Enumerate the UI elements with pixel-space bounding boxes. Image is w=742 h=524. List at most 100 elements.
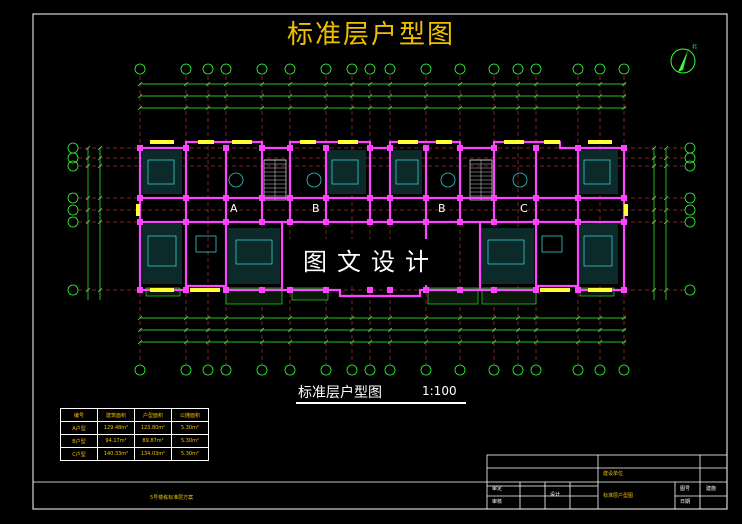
watermark: 图文设计 (284, 239, 458, 285)
axis-bubble (384, 364, 396, 376)
axis-bubble (684, 192, 696, 204)
drawing-scale: 1:100 (422, 384, 457, 398)
axis-bubble (67, 142, 79, 154)
north-mark: 北 (692, 43, 697, 50)
axis-bubble (572, 63, 584, 75)
dimension-ticks (85, 81, 669, 345)
column (137, 195, 143, 201)
column (137, 219, 143, 225)
table-cell: 5.30m² (171, 434, 209, 448)
column (367, 219, 373, 225)
column (323, 287, 329, 293)
column (223, 287, 229, 293)
column (533, 219, 539, 225)
column (575, 195, 581, 201)
axis-bubble (180, 364, 192, 376)
axis-bubble (180, 63, 192, 75)
table-cell: 123.80m² (134, 421, 172, 435)
page-title: 标准层户型图 (286, 20, 455, 50)
column (533, 287, 539, 293)
column (287, 287, 293, 293)
axis-bubble (134, 63, 146, 75)
axis-bubble (594, 63, 606, 75)
axis-bubble (67, 204, 79, 216)
dimension-lines (87, 83, 667, 343)
axis-bubble (488, 63, 500, 75)
axis-bubble (512, 63, 524, 75)
axis-bubble (684, 204, 696, 216)
column (491, 287, 497, 293)
drawing-subtitle: 标准层户型图 (298, 385, 382, 401)
column (423, 145, 429, 151)
axis-bubble (384, 63, 396, 75)
column (259, 219, 265, 225)
axis-bubble (202, 364, 214, 376)
table-header-cell: 户型面积 (134, 408, 172, 422)
column (533, 145, 539, 151)
axis-bubble (67, 192, 79, 204)
axis-bubble (67, 216, 79, 228)
column (387, 219, 393, 225)
axis-bubble (364, 63, 376, 75)
subtitle-underline (296, 402, 466, 404)
title-block-drawing-name: 标准层户型图 (603, 493, 634, 499)
unit-label-b-right: B (438, 202, 446, 215)
table-row: B户型 94.17m² 89.87m² 5.30m² (60, 434, 209, 448)
axis-bubble (594, 364, 606, 376)
axis-bubble (684, 142, 696, 154)
column (575, 145, 581, 151)
axis-bubble (364, 364, 376, 376)
axis-bubble (684, 160, 696, 172)
unit-label-a: A (230, 202, 238, 215)
column (621, 195, 627, 201)
table-cell: 129.48m² (97, 421, 135, 435)
axis-bubble (202, 63, 214, 75)
title-block-col-2: 审核 (492, 499, 503, 505)
column (423, 219, 429, 225)
area-table: 编号 建筑面积 户型面积 公摊面积 A户型 129.48m² 123.80m² … (60, 408, 209, 461)
axis-bubble (320, 63, 332, 75)
column (491, 219, 497, 225)
axis-bubbles (67, 63, 696, 376)
table-row: A户型 129.48m² 123.80m² 5.30m² (60, 421, 209, 435)
axis-bubble (684, 216, 696, 228)
column (367, 195, 373, 201)
axis-bubble (256, 364, 268, 376)
column (457, 195, 463, 201)
column (183, 219, 189, 225)
axis-bubble (684, 152, 696, 164)
axis-bubble (512, 364, 524, 376)
table-cell: 140.33m² (97, 447, 135, 461)
column (183, 195, 189, 201)
axis-bubble (618, 364, 630, 376)
table-header-cell: 建筑面积 (97, 408, 135, 422)
table-cell: A户型 (60, 421, 98, 435)
column (575, 219, 581, 225)
axis-bubble (530, 364, 542, 376)
axis-bubble (454, 63, 466, 75)
column (183, 145, 189, 151)
table-header-cell: 公摊面积 (171, 408, 209, 422)
axis-bubble (256, 63, 268, 75)
title-block-value-1: 建施 (706, 486, 717, 492)
table-cell: 94.17m² (97, 434, 135, 448)
title-block-col-4: 图号 (680, 486, 691, 492)
axis-bubble (320, 364, 332, 376)
footer-note: 5号楼栋标准层方案 (150, 495, 194, 501)
column (533, 195, 539, 201)
axis-bubble (346, 364, 358, 376)
axis-bubble (284, 364, 296, 376)
column (621, 145, 627, 151)
unit-label-c: C (520, 202, 528, 215)
column (621, 219, 627, 225)
axis-bubble (420, 364, 432, 376)
column (387, 195, 393, 201)
column (223, 219, 229, 225)
column (457, 219, 463, 225)
column (367, 145, 373, 151)
column (621, 287, 627, 293)
table-cell: C户型 (60, 447, 98, 461)
axis-bubble (684, 284, 696, 296)
table-cell: 5.30m² (171, 421, 209, 435)
column (491, 145, 497, 151)
